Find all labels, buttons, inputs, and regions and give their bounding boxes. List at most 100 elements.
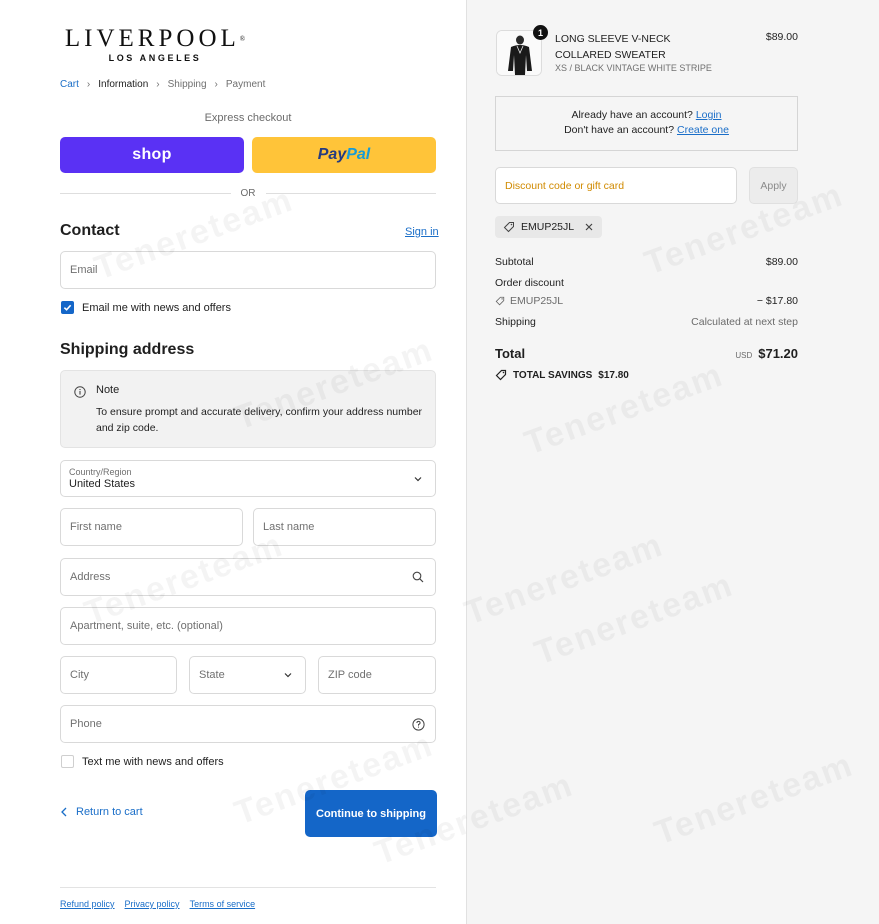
login-link[interactable]: Login xyxy=(696,109,722,121)
tag-icon xyxy=(495,296,505,306)
address-placeholder: Address xyxy=(70,571,111,583)
note-body: To ensure prompt and accurate delivery, … xyxy=(96,406,423,434)
total-amount: $71.20 xyxy=(758,346,798,361)
breadcrumb-information: Information xyxy=(98,79,149,90)
last-name-placeholder: Last name xyxy=(263,521,315,533)
first-name-field[interactable]: First name xyxy=(60,508,243,546)
paypal-button[interactable]: Pay Pal xyxy=(252,137,436,173)
newsletter-checkbox[interactable] xyxy=(61,301,74,314)
shop-pay-button[interactable]: shop xyxy=(60,137,244,173)
subtotal-label: Subtotal xyxy=(495,256,534,268)
subtotal-value: $89.00 xyxy=(765,256,798,268)
continue-to-shipping-button[interactable]: Continue to shipping xyxy=(305,790,437,837)
phone-placeholder: Phone xyxy=(70,718,102,730)
chevron-down-icon xyxy=(281,668,295,682)
chevron-right-icon: › xyxy=(86,79,91,90)
country-label: Country/Region xyxy=(69,467,132,477)
order-discount-row: Order discount xyxy=(495,277,798,289)
continue-label: Continue to shipping xyxy=(316,807,426,820)
zip-placeholder: ZIP code xyxy=(328,669,372,681)
discount-amount: − $17.80 xyxy=(756,295,798,307)
last-name-field[interactable]: Last name xyxy=(253,508,436,546)
paypal-label-b: Pal xyxy=(346,146,371,163)
address-field[interactable]: Address xyxy=(60,558,436,596)
help-icon[interactable] xyxy=(411,717,425,731)
contact-heading: Contact xyxy=(60,222,120,239)
discount-code-field[interactable]: Discount code or gift card xyxy=(495,167,737,204)
footer-divider xyxy=(60,887,436,888)
sign-in-link[interactable]: Sign in xyxy=(405,226,439,238)
sms-checkbox-row[interactable]: Text me with news and offers xyxy=(61,755,224,768)
address-note: Note To ensure prompt and accurate deliv… xyxy=(60,370,436,448)
state-select[interactable]: State xyxy=(189,656,306,694)
note-title: Note xyxy=(96,384,120,396)
city-field[interactable]: City xyxy=(60,656,177,694)
tag-icon xyxy=(495,369,507,381)
shop-pay-label: shop xyxy=(132,146,172,163)
shipping-label: Shipping xyxy=(495,316,536,328)
apartment-placeholder: Apartment, suite, etc. (optional) xyxy=(70,620,223,632)
account-prompt-text: Already have an account? xyxy=(571,109,693,121)
logo-trademark: ® xyxy=(239,35,246,43)
total-currency: USD xyxy=(735,351,753,360)
state-placeholder: State xyxy=(199,669,225,681)
chevron-left-icon xyxy=(61,807,67,817)
total-label: Total xyxy=(495,346,526,361)
apply-discount-button[interactable]: Apply xyxy=(749,167,798,204)
chevron-right-icon: › xyxy=(214,79,218,90)
discount-code-label: EMUP25JL xyxy=(510,295,564,307)
phone-field[interactable]: Phone xyxy=(60,705,436,743)
breadcrumb-cart[interactable]: Cart xyxy=(60,79,79,90)
chevron-down-icon xyxy=(411,472,425,486)
applied-code: EMUP25JL xyxy=(521,221,575,233)
footer-links: Refund policy Privacy policy Terms of se… xyxy=(60,899,255,909)
city-placeholder: City xyxy=(70,669,89,681)
email-field[interactable]: Email xyxy=(60,251,436,289)
brand-logo[interactable]: LIVERPOOL® LOS ANGELES xyxy=(60,25,250,64)
logo-subtitle: LOS ANGELES xyxy=(108,53,202,63)
create-account-prompt-text: Don't have an account? xyxy=(564,124,675,136)
first-name-placeholder: First name xyxy=(70,521,122,533)
zip-field[interactable]: ZIP code xyxy=(318,656,436,694)
logo-wordmark: LIVERPOOL xyxy=(64,25,240,52)
paypal-label-a: Pay xyxy=(317,146,347,163)
newsletter-checkbox-row[interactable]: Email me with news and offers xyxy=(61,301,231,314)
country-value: United States xyxy=(69,478,136,490)
account-prompt-box: Already have an account? Login Don't hav… xyxy=(495,96,798,151)
terms-of-service-link[interactable]: Terms of service xyxy=(190,899,256,909)
tag-icon xyxy=(503,222,514,233)
sms-checkbox[interactable] xyxy=(61,755,74,768)
product-price: $89.00 xyxy=(765,31,798,43)
express-checkout-label: Express checkout xyxy=(204,112,292,124)
discount-code-row: EMUP25JL − $17.80 xyxy=(495,295,798,307)
breadcrumb: Cart › Information › Shipping › Payment xyxy=(60,79,265,90)
shipping-address-heading: Shipping address xyxy=(60,341,195,358)
return-to-cart-link[interactable]: Return to cart xyxy=(60,806,143,818)
email-placeholder: Email xyxy=(70,264,98,276)
search-icon[interactable] xyxy=(411,570,425,584)
return-to-cart-label: Return to cart xyxy=(76,806,143,818)
chevron-right-icon: › xyxy=(156,79,160,90)
privacy-policy-link[interactable]: Privacy policy xyxy=(125,899,180,909)
savings-label: TOTAL SAVINGS xyxy=(513,369,593,381)
order-discount-label: Order discount xyxy=(495,277,564,289)
info-icon xyxy=(74,385,86,403)
create-account-link[interactable]: Create one xyxy=(677,124,729,136)
product-variant: XS / BLACK VINTAGE WHITE STRIPE xyxy=(555,63,712,73)
sms-label: Text me with news and offers xyxy=(82,755,224,768)
breadcrumb-payment: Payment xyxy=(225,79,266,90)
refund-policy-link[interactable]: Refund policy xyxy=(60,899,115,909)
applied-discount-chip: EMUP25JL xyxy=(495,216,603,238)
apply-label: Apply xyxy=(760,179,787,192)
or-divider: OR xyxy=(60,186,436,200)
quantity-badge: 1 xyxy=(533,25,548,40)
country-select[interactable]: Country/Region United States xyxy=(60,460,436,497)
total-row: Total USD $71.20 xyxy=(495,345,798,363)
newsletter-label: Email me with news and offers xyxy=(82,301,231,314)
shipping-value: Calculated at next step xyxy=(691,316,798,328)
close-icon[interactable] xyxy=(584,222,594,232)
total-savings: TOTAL SAVINGS $17.80 xyxy=(495,369,629,381)
checkmark-icon xyxy=(63,304,72,311)
discount-placeholder: Discount code or gift card xyxy=(505,179,625,192)
apartment-field[interactable]: Apartment, suite, etc. (optional) xyxy=(60,607,436,645)
